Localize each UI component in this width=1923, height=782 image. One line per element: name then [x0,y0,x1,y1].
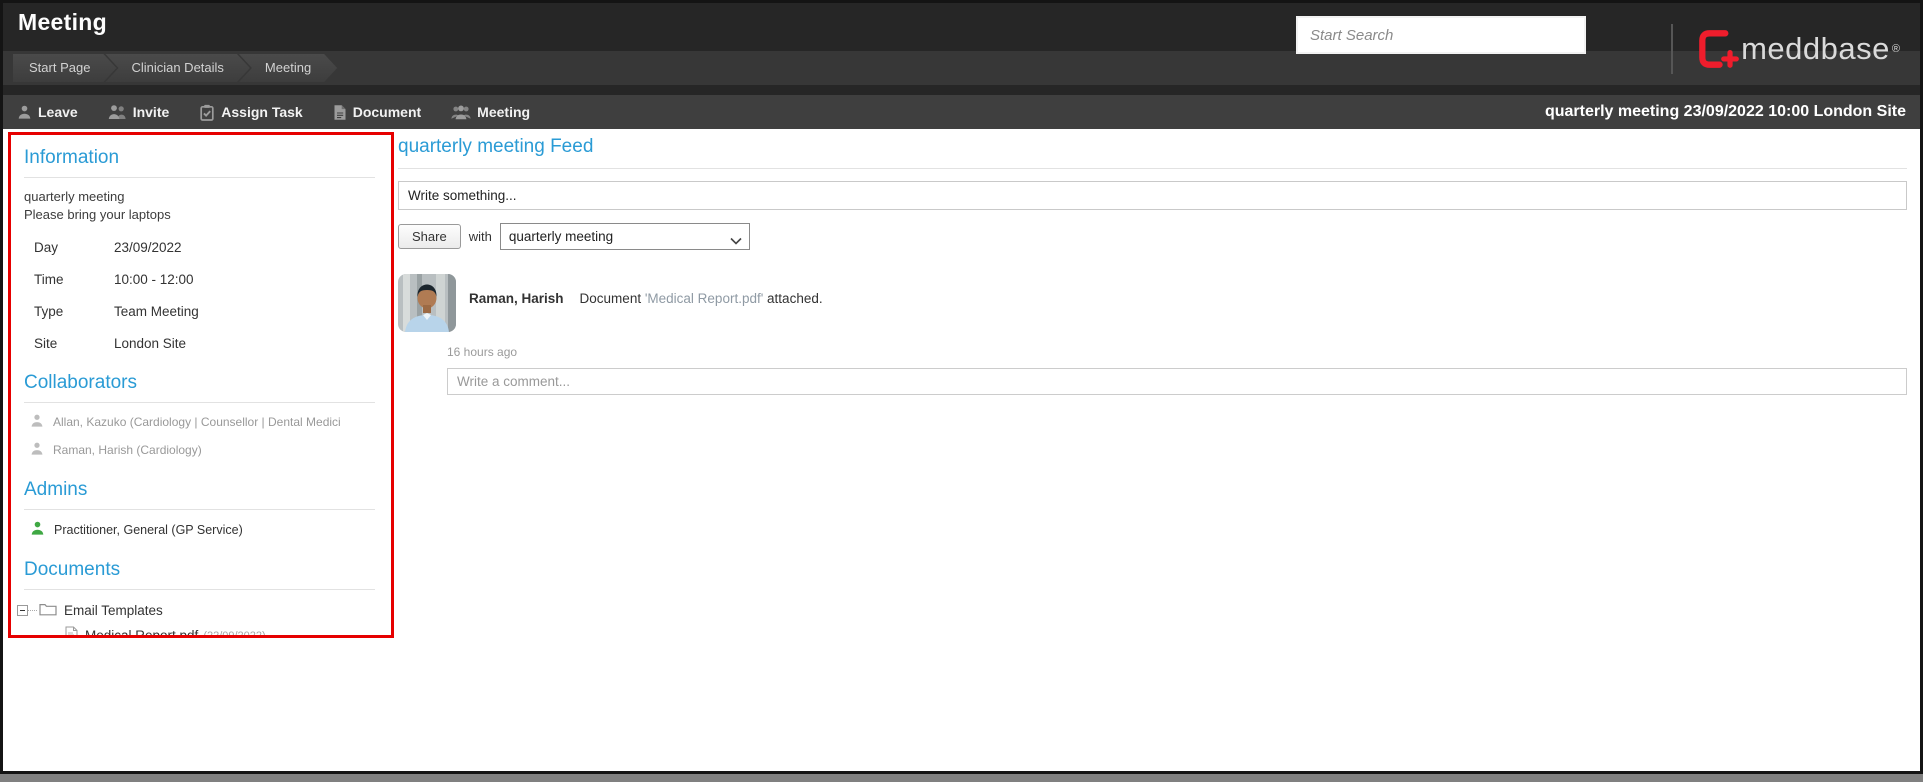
info-panel: Information quarterly meeting Please bri… [8,132,394,638]
document-button[interactable]: Document [333,104,421,121]
field-time-label: Time [34,272,64,287]
field-type-label: Type [34,304,64,319]
invite-button-label: Invite [132,104,170,120]
field-type-value: Team Meeting [114,304,199,319]
feed-message-prefix: Document [579,291,645,306]
meeting-button[interactable]: Meeting [451,104,530,120]
tree-connector [28,610,37,611]
admin-name: Practitioner, General (GP Service) [54,522,243,537]
field-time-value: 10:00 - 12:00 [114,272,194,287]
document-icon [333,104,347,121]
meddbase-logo-icon [1699,30,1740,68]
leave-button-label: Leave [38,104,78,120]
group-icon [451,104,471,120]
search-input[interactable] [1296,16,1586,54]
invite-button[interactable]: Invite [108,104,170,120]
feed-item: Raman, Harish Document 'Medical Report.pd… [398,274,1907,332]
collaborator-row: Allan, Kazuko (Cardiology | Counsellor |… [30,413,391,431]
feed-item-timestamp: 16 hours ago [447,345,518,359]
field-time: Time 10:00 - 12:00 [34,272,391,287]
share-audience-select-wrap: quarterly meeting [499,223,750,250]
feed-item-author: Raman, Harish [469,291,564,306]
meeting-context-label: quarterly meeting 23/09/2022 10:00 Londo… [1544,103,1906,120]
leave-button[interactable]: Leave [17,104,78,120]
person-icon [30,413,44,431]
field-site: Site London Site [34,336,391,351]
top-header: Meeting Start Page Clinician Details Mee… [3,3,1920,95]
document-button-label: Document [352,104,422,120]
breadcrumb-start-page[interactable]: Start Page [13,54,116,82]
breadcrumb-clinician-details[interactable]: Clinician Details [105,54,249,82]
file-icon [63,626,85,635]
clipboard-check-icon [199,104,215,121]
share-button[interactable]: Share [398,224,461,249]
app-window: Meeting Start Page Clinician Details Mee… [0,0,1923,782]
field-day-value: 23/09/2022 [114,240,182,255]
assign-task-button[interactable]: Assign Task [199,104,303,121]
meeting-description: quarterly meeting Please bring your lapt… [24,188,391,224]
two-person-icon [108,104,127,120]
person-icon [30,441,44,459]
tree-folder-row[interactable]: Email Templates [17,602,391,619]
folder-icon [37,602,64,619]
feed-item-text: Raman, Harish Document 'Medical Report.pd… [469,274,823,332]
documents-tree: Email Templates Medical Report.pdf (22/0… [17,602,391,638]
meeting-fields: Day 23/09/2022 Time 10:00 - 12:00 Type T… [34,240,391,351]
meeting-feed: quarterly meeting Feed Share with quarte… [398,132,1907,395]
meeting-button-label: Meeting [477,104,531,120]
field-site-label: Site [34,336,58,351]
tree-file-label[interactable]: Medical Report.pdf [85,628,198,635]
brand-name: meddbase [1741,31,1890,66]
share-audience-select[interactable]: quarterly meeting [499,223,750,250]
field-type: Type Team Meeting [34,304,391,319]
feed-message-suffix: attached. [763,291,823,306]
collaborator-name: Raman, Harish (Cardiology) [53,443,202,457]
tree-collapse-toggle-icon[interactable] [17,605,28,616]
post-input[interactable] [398,181,1907,210]
field-day-label: Day [34,240,59,255]
person-icon [30,520,45,539]
logo-divider [1671,24,1674,74]
assign-task-button-label: Assign Task [221,104,303,120]
meeting-description-line1: quarterly meeting [24,189,125,204]
field-day: Day 23/09/2022 [34,240,391,255]
breadcrumb-meeting[interactable]: Meeting [239,54,337,82]
share-row: Share with quarterly meeting [398,223,1907,250]
tree-file-row[interactable]: Medical Report.pdf (22/09/2022) [63,626,391,638]
meeting-description-line2: Please bring your laptops [24,207,171,222]
information-heading: Information [24,143,375,178]
documents-heading: Documents [24,555,375,590]
app-frame: Meeting Start Page Clinician Details Mee… [0,0,1923,774]
tree-file-date: (22/09/2022) [203,629,266,638]
comment-input[interactable] [447,368,1907,395]
avatar [398,274,456,332]
action-toolbar: Leave Invite Assign Task Document Meetin… [3,95,1920,129]
field-site-value: London Site [114,336,187,351]
tree-folder-label[interactable]: Email Templates [64,603,163,618]
collaborator-row: Raman, Harish (Cardiology) [30,441,391,459]
content-area: Information quarterly meeting Please bri… [3,129,1920,771]
page-title: Meeting [18,9,107,35]
feed-message-document-link[interactable]: 'Medical Report.pdf' [645,291,763,306]
brand-registered-mark: ® [1891,43,1900,55]
admins-heading: Admins [24,475,375,510]
person-icon [17,104,32,120]
collaborators-heading: Collaborators [24,368,375,403]
breadcrumb: Start Page Clinician Details Meeting [3,51,1920,85]
share-with-label: with [468,229,492,244]
collaborator-name: Allan, Kazuko (Cardiology | Counsellor |… [53,415,341,429]
feed-heading: quarterly meeting Feed [398,132,1907,169]
admin-row: Practitioner, General (GP Service) [30,520,391,539]
brand-logo: meddbase ® [1671,3,1900,95]
